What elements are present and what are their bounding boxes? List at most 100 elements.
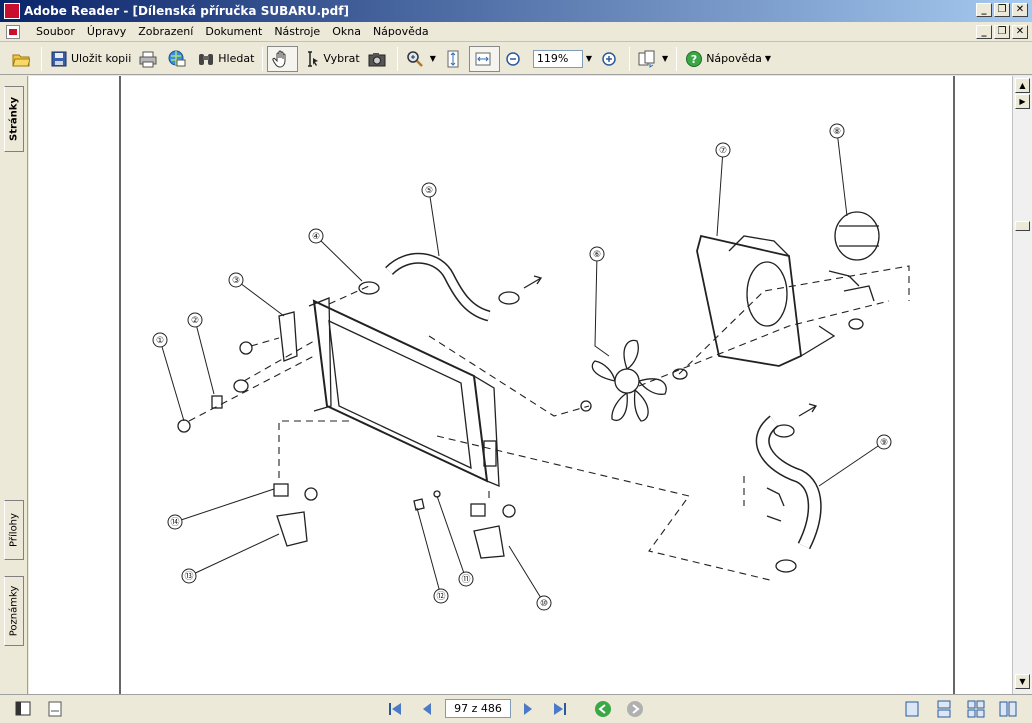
title-bar: Adobe Reader - [Dílenská příručka SUBARU…	[0, 0, 1032, 22]
facing-pages-icon[interactable]	[999, 700, 1017, 718]
menu-napoveda[interactable]: Nápověda	[367, 25, 435, 38]
scroll-right-arrow-icon[interactable]: ▶	[1015, 94, 1030, 109]
zoom-field[interactable]: 119% ▼	[529, 46, 596, 72]
printer-icon	[139, 51, 157, 67]
previous-page-icon[interactable]	[418, 700, 436, 718]
previous-view-icon[interactable]	[594, 700, 612, 718]
menu-bar: Soubor Úpravy Zobrazení Dokument Nástroj…	[0, 22, 1032, 42]
zoom-out-icon	[506, 51, 520, 66]
chevron-down-icon[interactable]: ▼	[765, 54, 771, 63]
open-button[interactable]	[8, 46, 37, 72]
save-copy-label: Uložit kopii	[71, 52, 132, 65]
minimize-button[interactable]: _	[976, 3, 992, 17]
document-options-icon[interactable]	[46, 700, 64, 718]
chevron-down-icon[interactable]: ▼	[662, 54, 668, 63]
callout-1: ①	[156, 336, 164, 346]
zoom-in-button[interactable]	[596, 46, 625, 72]
restore-button[interactable]: ❐	[994, 3, 1010, 17]
status-bar: 97 z 486	[0, 694, 1032, 723]
exploded-diagram: ① ② ③ ④ ⑤ ⑥ ⑦ ⑧ ⑨ ⑩ ⑪ ⑫ ⑬ ⑭	[119, 76, 955, 694]
callout-14: ⑭	[170, 517, 179, 528]
zoom-in-tool-button[interactable]: ▼	[402, 46, 440, 72]
magnifier-icon	[406, 50, 423, 67]
zoom-input[interactable]: 119%	[532, 49, 583, 68]
menu-zobrazeni[interactable]: Zobrazení	[132, 25, 199, 38]
tab-comments-label: Poznámky	[8, 585, 20, 637]
menu-soubor[interactable]: Soubor	[30, 25, 81, 38]
doc-restore-button[interactable]: ❐	[994, 25, 1010, 39]
callout-9: ⑨	[880, 438, 888, 448]
single-page-icon[interactable]	[903, 700, 921, 718]
hand-icon	[272, 50, 286, 68]
search-label: Hledat	[218, 52, 255, 65]
scroll-up-arrow-icon[interactable]: ▲	[1015, 78, 1030, 93]
scroll-down-arrow-icon[interactable]: ▼	[1015, 674, 1030, 689]
fan-shroud-part	[696, 234, 836, 367]
toolbar: Uložit kopii Hledat Vybrat ▼ 119% ▼ ▼ ? …	[0, 43, 1032, 75]
chevron-down-icon[interactable]: ▼	[430, 54, 436, 63]
continuous-facing-icon[interactable]	[967, 700, 985, 718]
hand-tool-button[interactable]	[267, 45, 299, 72]
callout-7: ⑦	[719, 146, 727, 156]
tab-pages[interactable]: Stránky	[4, 86, 24, 152]
page-number-field[interactable]: 97 z 486	[445, 699, 511, 718]
first-page-icon[interactable]	[386, 700, 404, 718]
help-icon: ?	[686, 50, 703, 67]
menu-okna[interactable]: Okna	[326, 25, 367, 38]
floppy-disk-icon	[51, 51, 67, 66]
callout-6: ⑥	[593, 250, 601, 260]
fit-width-icon	[475, 52, 491, 65]
toolbar-separator	[629, 46, 631, 71]
snapshot-button[interactable]	[364, 46, 393, 72]
window-title: Adobe Reader - [Dílenská příručka SUBARU…	[24, 4, 349, 18]
fit-page-button[interactable]	[440, 46, 469, 72]
tab-attachments-label: Přílohy	[8, 513, 20, 547]
pages-rotate-icon	[638, 50, 655, 68]
rotate-view-button[interactable]: ▼	[634, 46, 672, 72]
navigation-pane-icon[interactable]	[14, 700, 32, 718]
callout-12: ⑫	[436, 591, 445, 602]
callout-3: ③	[232, 276, 240, 286]
document-view[interactable]: ① ② ③ ④ ⑤ ⑥ ⑦ ⑧ ⑨ ⑩ ⑪ ⑫ ⑬ ⑭	[29, 76, 1012, 694]
menu-upravy[interactable]: Úpravy	[81, 25, 132, 38]
callout-8: ⑧	[833, 127, 841, 137]
tab-attachments[interactable]: Přílohy	[4, 500, 24, 560]
select-tool-button[interactable]: Vybrat	[298, 46, 363, 72]
help-label: Nápověda	[706, 52, 762, 65]
email-button[interactable]	[164, 46, 193, 72]
doc-minimize-button[interactable]: _	[976, 25, 992, 39]
toolbar-separator	[676, 46, 678, 71]
save-copy-button[interactable]: Uložit kopii	[46, 46, 135, 72]
tab-comments[interactable]: Poznámky	[4, 576, 24, 646]
menu-dokument[interactable]: Dokument	[199, 25, 268, 38]
zoom-out-button[interactable]	[500, 46, 529, 72]
callout-4: ④	[312, 232, 320, 242]
scroll-thumb[interactable]	[1015, 221, 1030, 231]
radiator-part	[308, 297, 500, 487]
close-button[interactable]: ✕	[1012, 3, 1028, 17]
toolbar-separator	[396, 46, 398, 71]
pdf-document-icon[interactable]	[6, 25, 20, 39]
next-page-icon[interactable]	[519, 700, 537, 718]
vertical-scrollbar[interactable]: ▲ ▶ ▼	[1012, 76, 1032, 694]
search-button[interactable]: Hledat	[193, 46, 258, 72]
navigation-pane: Stránky Přílohy Poznámky	[0, 76, 28, 694]
toolbar-separator	[262, 46, 264, 71]
adobe-reader-window: Adobe Reader - [Dílenská příručka SUBARU…	[0, 0, 1032, 723]
print-button[interactable]	[135, 46, 164, 72]
callout-10: ⑩	[540, 599, 548, 609]
doc-close-button[interactable]: ✕	[1012, 25, 1028, 39]
callout-5: ⑤	[425, 186, 433, 196]
fit-width-button[interactable]	[468, 45, 500, 72]
callout-13: ⑬	[184, 571, 193, 582]
help-button[interactable]: ? Nápověda ▼	[681, 46, 775, 72]
callout-11: ⑪	[461, 574, 470, 585]
chevron-down-icon[interactable]: ▼	[586, 54, 592, 63]
binoculars-icon	[199, 53, 214, 65]
next-view-icon[interactable]	[626, 700, 644, 718]
fit-page-icon	[447, 50, 459, 67]
last-page-icon[interactable]	[551, 700, 569, 718]
continuous-page-icon[interactable]	[935, 700, 953, 718]
toolbar-separator	[41, 46, 42, 71]
menu-nastroje[interactable]: Nástroje	[268, 25, 326, 38]
